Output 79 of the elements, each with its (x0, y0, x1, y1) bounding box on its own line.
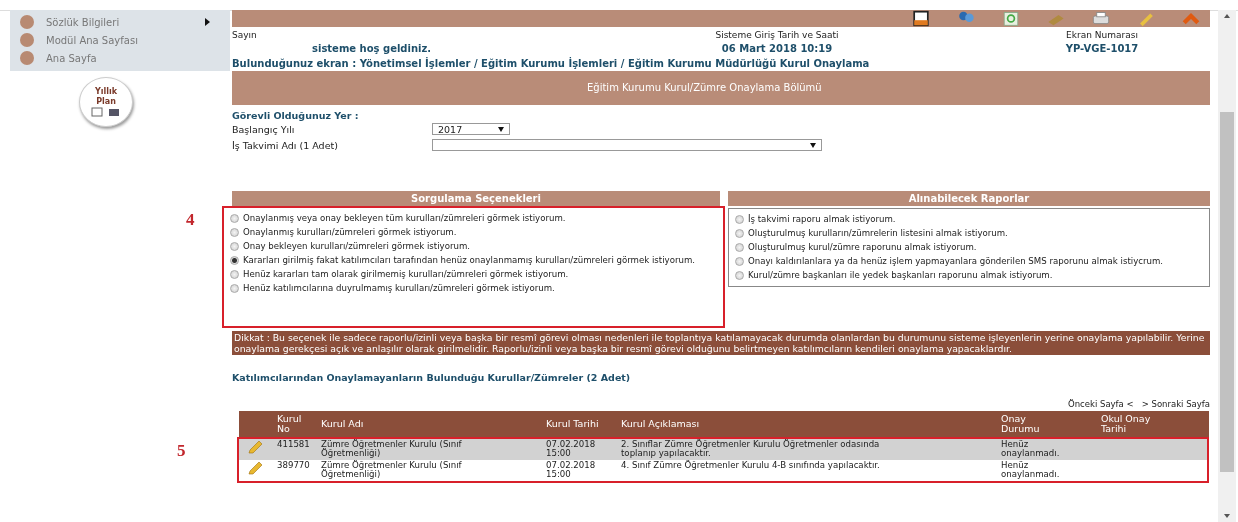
column-header: Kurul Tarihi (545, 419, 600, 429)
info-value: YP-VGE-1017 (1065, 43, 1139, 54)
radio-button[interactable] (230, 214, 239, 223)
table-cell-text: 411581 (276, 440, 311, 449)
table-cell-text: Henüz onaylanmadı. (1000, 440, 1061, 458)
column-header: Onay Durumu (1000, 414, 1041, 434)
dropdown-field[interactable]: 2017 (432, 123, 510, 135)
radio-button[interactable] (735, 257, 744, 266)
submenu-arrow-icon (205, 18, 210, 26)
table-cell-text: 2. Sınıflar Zümre Öğretmenler Kurulu Öğretmenler odasında toplanıp yapılacaktır. (620, 440, 881, 458)
panel-header: Alınabilecek Raporlar (728, 191, 1210, 206)
option-label: Onaylanmış veya onay bekleyen tüm kurulları/zümreleri görmek istiyorum. (243, 213, 566, 223)
option-label: Kararları girilmiş fakat katılımcıları tarafından henüz onaylanmamış kurulları/zümreleri görmek istiyorum. (243, 255, 696, 265)
field-label: İş Takvimi Adı (1 Adet) (232, 139, 339, 151)
option-label: Onayı kaldırılanlara ya da henüz işlem yapmayanlara gönderilen SMS raporunu almak istiycrum. (748, 256, 1164, 266)
option-label: Onay bekleyen kurulları/zümreleri görmek istiyorum. (243, 241, 471, 251)
next-page-link[interactable]: > Sonraki Sayfa (1141, 399, 1210, 409)
scroll-down-icon[interactable] (1224, 514, 1230, 518)
table-cell-text: Zümre Öğretmenler Kurulu (Sınıf Öğretmenliği) (320, 440, 463, 458)
table-cell-text: Henüz onaylanmadı. (1000, 461, 1061, 479)
column-header: Kurul Açıklaması (620, 419, 701, 429)
chevron-up-icon[interactable] (1180, 10, 1202, 27)
sidebar-item[interactable]: Modül Ana Sayfası (10, 31, 230, 49)
radio-button[interactable] (735, 215, 744, 224)
table-cell-text: 07.02.2018 15:00 (545, 440, 597, 458)
radio-button[interactable] (230, 242, 239, 251)
radio-button[interactable] (230, 228, 239, 237)
option-label: Oluşturulmuş kurul/zümre raporunu almak istiyorum. (748, 242, 977, 252)
breadcrumb: Bulunduğunuz ekran : Yönetimsel İşlemler / Eğitim Kurumu İşlemleri / Eğitim Kurumu Müdürlüğü Kurul Onaylama (232, 58, 871, 69)
caret-icon (810, 142, 816, 148)
dropdown-field[interactable] (432, 139, 822, 151)
table-cell-text: 4. Sınıf Zümre Öğretmenler Kurulu 4-B sınıfında yapılacaktır. (620, 461, 881, 470)
radio-button[interactable] (230, 256, 239, 265)
location-title: Görevli Olduğunuz Yer : (232, 110, 360, 121)
option-label: İş takvimi raporu almak istiyorum. (748, 214, 896, 224)
scrollbar-thumb[interactable] (1220, 112, 1234, 472)
field-label: Başlangıç Yılı (232, 123, 296, 135)
warning-notice: Dikkat : Bu seçenek ile sadece raporlu/izinli veya başka bir resmî görevi olması nedenleri ile toplantıya katılamayacak durumda olanlardan bu durumunu sisteme işleyenlerin yerine onaylama yapılabilir. Yerine onaylama gerekçesi açık ve anlaşılır olarak girilmelidir. Raporlu/izinli veya başka bir resmî görevi olduğunu belirtmeyen katılımcıların kendileri onaylama yapacaklardır. (232, 331, 1210, 355)
bullet-icon (20, 51, 34, 65)
save-icon[interactable] (910, 10, 932, 27)
bullet-icon (20, 33, 34, 47)
column-header: Kurul Adı (320, 419, 365, 429)
printer-icon[interactable] (1090, 10, 1112, 27)
scrollbar[interactable] (1218, 10, 1236, 522)
column-header: Kurul No (276, 414, 303, 434)
results-title: Katılımcılarından Onaylamayanların Bulunduğu Kurullar/Zümreler (2 Adet) (232, 372, 632, 383)
table-cell-text: Zümre Öğretmenler Kurulu (Sınıf Öğretmenliği) (320, 461, 463, 479)
info-value: 06 Mart 2018 10:19 (721, 43, 833, 54)
option-label: Henüz kararları tam olarak girilmemiş kurulları/zümreleri görmek istiyorum. (243, 269, 569, 279)
option-label: Kurul/zümre başkanları ile yedek başkanları raporunu almak istiyorum. (748, 270, 1053, 280)
callout-number: 5 (177, 441, 186, 461)
table-row[interactable]: 389770 Zümre Öğretmenler Kurulu (Sınıf Öğretmenliği) 07.02.2018 15:00 4. Sınıf Zümre Öğretmenler Kurulu 4-B sınıfında yapılacaktır. Henüz onaylanmadı. (239, 460, 1207, 481)
info-value: sisteme hoş geldiniz. (311, 43, 433, 54)
pencil-icon[interactable] (247, 440, 263, 454)
option-label: Henüz katılımcılarına duyrulmamış kurulları/zümreleri görmek istiyorum. (243, 283, 555, 293)
panel-header: Sorgulama Seçenekleri (232, 191, 720, 206)
radio-button[interactable] (230, 270, 239, 279)
radio-button[interactable] (735, 271, 744, 280)
yearly-plan-button[interactable]: Yıllık Plan (79, 77, 133, 127)
radio-button[interactable] (735, 229, 744, 238)
caret-icon (498, 126, 504, 132)
option-label: Oluşturulmuş kurulların/zümrelerin listesini almak istiyorum. (748, 228, 1008, 238)
previous-page-link[interactable]: Önceki Sayfa < (1068, 399, 1134, 409)
info-label: Sisteme Giriş Tarih ve Saati (715, 30, 839, 40)
info-label: Ekran Numarası (1066, 30, 1138, 40)
sidebar-item[interactable]: Ana Sayfa (10, 49, 230, 67)
sidebar-item[interactable]: Sözlük Bilgileri (10, 13, 230, 31)
bullet-icon (20, 15, 34, 29)
info-label: Sayın (232, 30, 258, 40)
column-header: Okul Onay Tarihi (1100, 414, 1152, 434)
table-row[interactable]: 411581 Zümre Öğretmenler Kurulu (Sınıf Öğretmenliği) 07.02.2018 15:00 2. Sınıflar Zümre Öğretmenler Kurulu Öğretmenler odasında toplanıp yapılacaktır. Henüz onaylanmadı. (239, 439, 1207, 460)
callout-number: 4 (186, 210, 195, 230)
table-cell-text: 07.02.2018 15:00 (545, 461, 597, 479)
table-cell-text: 389770 (276, 461, 311, 470)
radio-button[interactable] (735, 243, 744, 252)
radio-button[interactable] (230, 284, 239, 293)
option-label: Onaylanmış kurulları/zümreleri görmek istiyorum. (243, 227, 457, 237)
scroll-up-icon[interactable] (1224, 14, 1230, 18)
section-title-bar: Eğitim Kurumu Kurul/Zümre Onaylama Bölümü (232, 71, 1210, 105)
